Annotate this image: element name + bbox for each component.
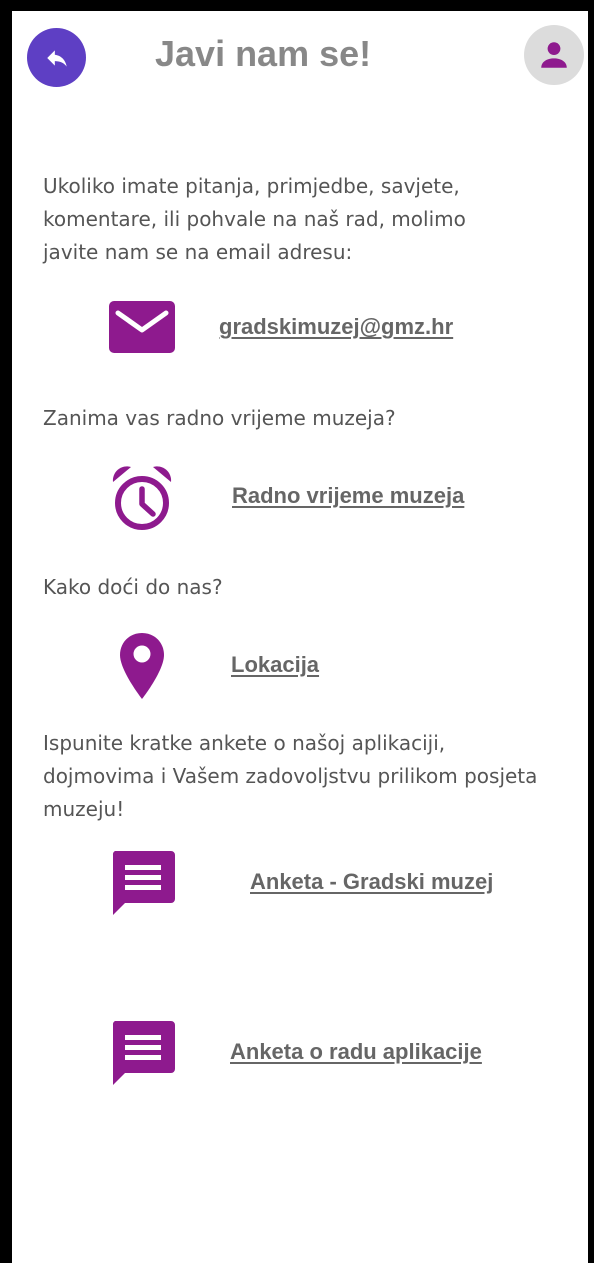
profile-button[interactable] bbox=[524, 25, 584, 85]
person-icon bbox=[541, 42, 567, 68]
back-button[interactable] bbox=[27, 28, 86, 87]
page-title: Javi nam se! bbox=[155, 33, 372, 74]
app-header: Javi nam se! bbox=[12, 11, 588, 131]
email-link[interactable]: gradskimuzej@gmz.hr bbox=[219, 314, 453, 340]
location-question: Kako doći do nas? bbox=[43, 575, 223, 599]
map-pin-icon[interactable] bbox=[118, 631, 166, 701]
chat-message-icon[interactable] bbox=[111, 851, 175, 915]
envelope-icon[interactable] bbox=[109, 301, 175, 353]
survey-app-link[interactable]: Anketa o radu aplikacije bbox=[230, 1039, 482, 1065]
intro-text: Ukoliko imate pitanja, primjedbe, savjet… bbox=[43, 174, 466, 264]
contact-screen: Javi nam se! Ukoliko imate pitanja, prim… bbox=[12, 11, 588, 1263]
survey-text: Ispunite kratke ankete o našoj aplikacij… bbox=[43, 731, 538, 821]
reply-arrow-icon bbox=[46, 49, 67, 67]
survey-museum-link[interactable]: Anketa - Gradski muzej bbox=[250, 869, 493, 895]
location-link[interactable]: Lokacija bbox=[231, 652, 319, 678]
opening-hours-link[interactable]: Radno vrijeme muzeja bbox=[232, 483, 464, 509]
chat-message-icon[interactable] bbox=[111, 1021, 175, 1085]
hours-question: Zanima vas radno vrijeme muzeja? bbox=[43, 406, 396, 430]
alarm-clock-icon[interactable] bbox=[109, 462, 175, 532]
